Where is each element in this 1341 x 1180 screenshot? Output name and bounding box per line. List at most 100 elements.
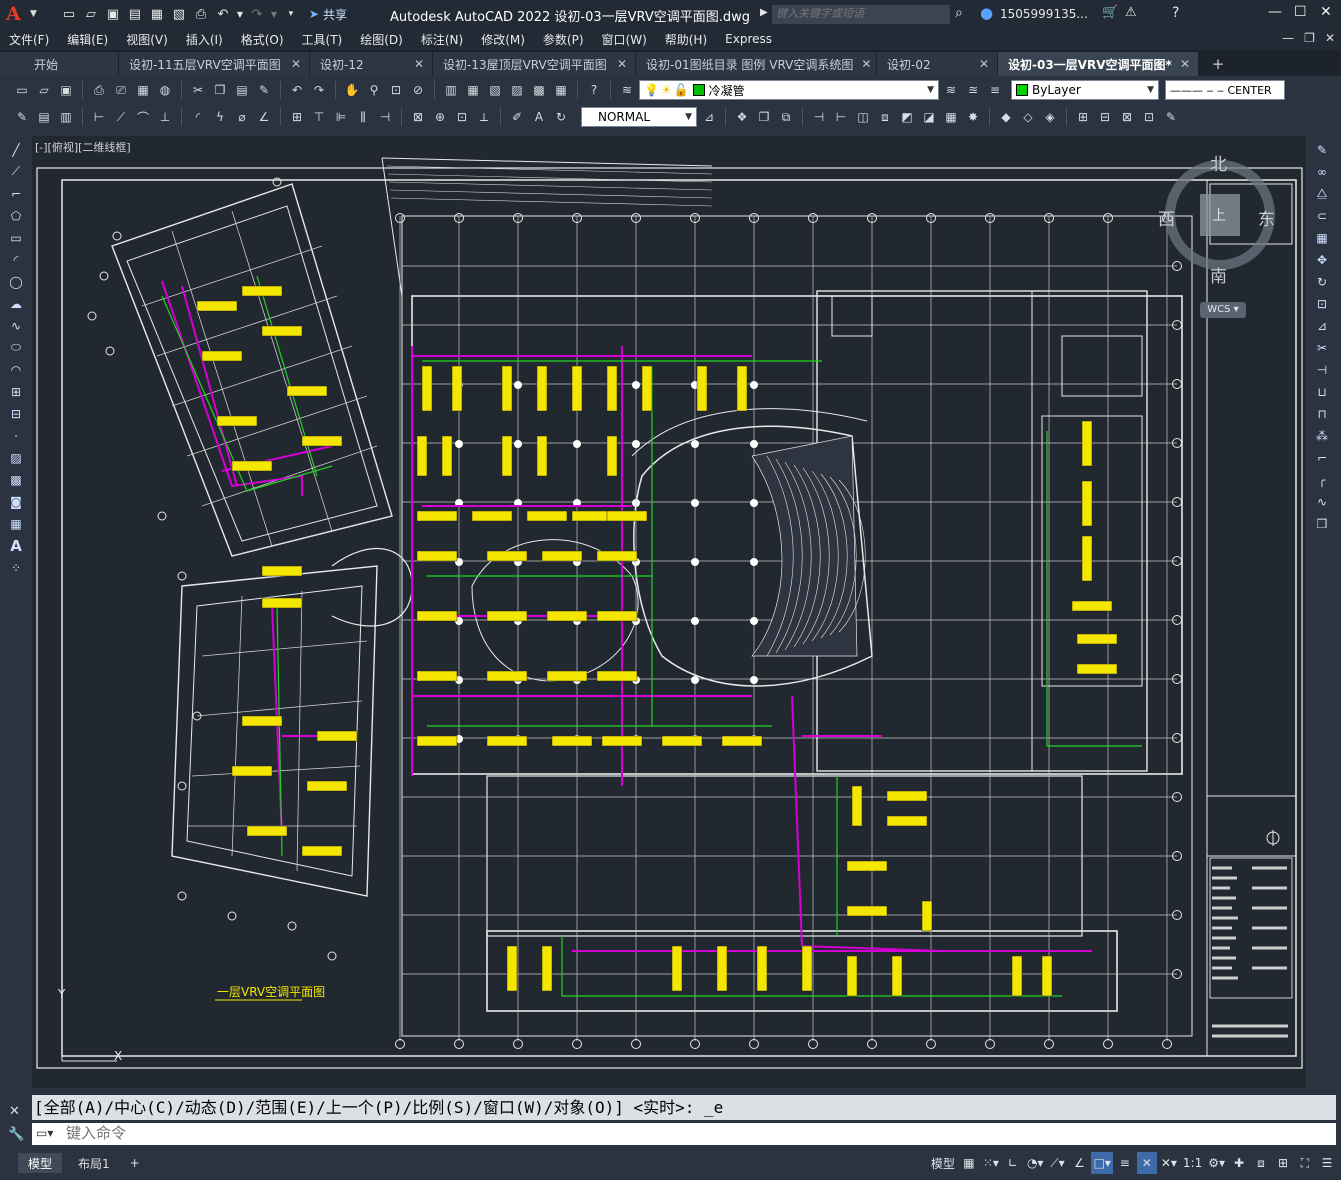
- new-icon[interactable]: ▭: [12, 80, 32, 100]
- plot-icon[interactable]: ⎙: [89, 80, 109, 100]
- arc-icon[interactable]: ◜: [6, 250, 26, 269]
- tab-document[interactable]: 设初-11五层VRV空调平面图 ✕: [119, 52, 309, 76]
- tab-close-icon[interactable]: ✕: [291, 57, 301, 71]
- pan-icon[interactable]: ✋: [342, 80, 362, 100]
- publish-icon[interactable]: ▦: [147, 4, 167, 24]
- cart-icon[interactable]: 🛒: [1102, 5, 1118, 20]
- autocad-logo-icon[interactable]: A: [6, 3, 28, 25]
- compass-west[interactable]: 西: [1158, 205, 1175, 230]
- customize-qat-icon[interactable]: ▾: [281, 4, 301, 24]
- join-icon[interactable]: ⁂: [1312, 426, 1332, 445]
- dim-space-icon[interactable]: ⫼: [353, 107, 373, 127]
- saveas-icon[interactable]: ▤: [125, 4, 145, 24]
- help-icon[interactable]: ?: [1172, 5, 1179, 21]
- dim-edit-icon[interactable]: ✐: [507, 107, 527, 127]
- compass-north[interactable]: 北: [1210, 150, 1227, 175]
- ellipse-icon[interactable]: ⬭: [6, 338, 26, 357]
- layer-on-icon[interactable]: 💡: [644, 83, 659, 97]
- xref-icon[interactable]: ⊡: [1139, 107, 1159, 127]
- doc-restore-icon[interactable]: ❐: [1304, 31, 1315, 45]
- tab-model[interactable]: 模型: [18, 1153, 63, 1173]
- layer-previous-icon[interactable]: ≊: [963, 80, 983, 100]
- copy-icon[interactable]: ∞: [1312, 162, 1332, 181]
- command-input[interactable]: [32, 1123, 1336, 1145]
- make-block-icon[interactable]: ⊟: [6, 404, 26, 423]
- tab-close-icon[interactable]: ✕: [861, 57, 871, 71]
- layer-dropdown[interactable]: 💡 ☀ 🔓 冷凝管 ▼: [639, 80, 939, 100]
- menu-help[interactable]: 帮助(H): [665, 31, 716, 48]
- polyline-icon[interactable]: ⌐: [6, 184, 26, 203]
- jogged-dim-icon[interactable]: ϟ: [210, 107, 230, 127]
- group-edit-icon[interactable]: ◈: [1040, 107, 1060, 127]
- make-block-icon[interactable]: ⊟: [1095, 107, 1115, 127]
- radius-dim-icon[interactable]: ◜: [188, 107, 208, 127]
- block-icon[interactable]: ❖: [732, 107, 752, 127]
- save-icon[interactable]: ▣: [103, 4, 123, 24]
- auto-scale-icon[interactable]: ✕▾: [1159, 1152, 1179, 1174]
- menu-format[interactable]: 格式(O): [241, 31, 293, 48]
- search-input[interactable]: [772, 5, 950, 24]
- doc-close-icon[interactable]: ✕: [1325, 31, 1335, 45]
- menu-tools[interactable]: 工具(T): [302, 31, 352, 48]
- gradient-icon[interactable]: ▩: [6, 470, 26, 489]
- ungroup-icon[interactable]: ◇: [1018, 107, 1038, 127]
- blend-curves-icon[interactable]: ∿: [1312, 492, 1332, 511]
- undo-icon[interactable]: ↶: [287, 80, 307, 100]
- point-icon[interactable]: ·: [6, 426, 26, 445]
- layer-states-icon[interactable]: ≡: [985, 80, 1005, 100]
- object-snap-icon[interactable]: □▾: [1091, 1152, 1113, 1174]
- jogged-linear-icon[interactable]: ⟂: [474, 107, 494, 127]
- help-icon[interactable]: ?: [584, 80, 604, 100]
- attribute-icon[interactable]: ⊠: [1117, 107, 1137, 127]
- array-icon[interactable]: ▦: [1312, 228, 1332, 247]
- insert-block-icon[interactable]: ⊞: [1073, 107, 1093, 127]
- sheet-set-icon[interactable]: ▨: [507, 80, 527, 100]
- dim-break-icon[interactable]: ⊣: [375, 107, 395, 127]
- minimize-icon[interactable]: —: [1268, 4, 1282, 20]
- menu-window[interactable]: 窗口(W): [602, 31, 656, 48]
- menu-parametric[interactable]: 参数(P): [543, 31, 593, 48]
- tab-layout1[interactable]: 布局1: [68, 1153, 120, 1173]
- redo-icon[interactable]: ↷: [309, 80, 329, 100]
- array-icon[interactable]: ▦: [941, 107, 961, 127]
- revcloud-icon[interactable]: ☁: [6, 294, 26, 313]
- cut-icon[interactable]: ✂: [188, 80, 208, 100]
- break-icon[interactable]: ⊓: [1312, 404, 1332, 423]
- fillet-icon[interactable]: ╭: [1312, 470, 1332, 489]
- annotation-scale[interactable]: 1:1: [1181, 1152, 1204, 1174]
- markup-icon[interactable]: ▩: [529, 80, 549, 100]
- layer-iso-icon[interactable]: ▥: [56, 107, 76, 127]
- lineweight-icon[interactable]: ≡: [1115, 1152, 1135, 1174]
- edit-block-icon[interactable]: ✎: [1161, 107, 1181, 127]
- tab-close-icon[interactable]: ✕: [1180, 57, 1190, 71]
- tab-close-icon[interactable]: ✕: [414, 57, 424, 71]
- redo-dropdown-icon[interactable]: ▼: [269, 4, 279, 24]
- tolerance-icon[interactable]: ⊠: [408, 107, 428, 127]
- make-current-layer-icon[interactable]: ≋: [941, 80, 961, 100]
- angular-dim-icon[interactable]: ∠: [254, 107, 274, 127]
- center-mark-icon[interactable]: ⊕: [430, 107, 450, 127]
- tab-document[interactable]: 设初-02 ✕: [877, 52, 997, 76]
- compass-south[interactable]: 南: [1210, 262, 1227, 287]
- quick-dim-icon[interactable]: ⊞: [287, 107, 307, 127]
- save-icon[interactable]: ▣: [56, 80, 76, 100]
- layer-properties-icon[interactable]: ≋: [617, 80, 637, 100]
- zoom-previous-icon[interactable]: ⊘: [408, 80, 428, 100]
- menu-view[interactable]: 视图(V): [126, 31, 177, 48]
- user-name[interactable]: 1505999135...: [1000, 7, 1088, 21]
- insert-block-icon[interactable]: ⊞: [6, 382, 26, 401]
- tab-document[interactable]: 设初-13屋顶层VRV空调平面图 ✕: [433, 52, 635, 76]
- join-icon[interactable]: ⧈: [875, 107, 895, 127]
- trim-icon[interactable]: ⊣: [809, 107, 829, 127]
- polygon-icon[interactable]: ⬠: [6, 206, 26, 225]
- rectangle-icon[interactable]: ▭: [6, 228, 26, 247]
- user-icon[interactable]: ●: [980, 4, 993, 22]
- zoom-window-icon[interactable]: ⊡: [386, 80, 406, 100]
- clean-screen-icon[interactable]: ⛶: [1295, 1152, 1315, 1174]
- menu-dimension[interactable]: 标注(N): [421, 31, 472, 48]
- menu-express[interactable]: Express: [725, 32, 781, 46]
- app-menu-dropdown-icon[interactable]: ▼: [30, 9, 37, 19]
- menu-draw[interactable]: 绘图(D): [360, 31, 412, 48]
- viewcube[interactable]: 北 南 东 西 上: [1158, 150, 1280, 287]
- new-tab-icon[interactable]: +: [1205, 52, 1231, 76]
